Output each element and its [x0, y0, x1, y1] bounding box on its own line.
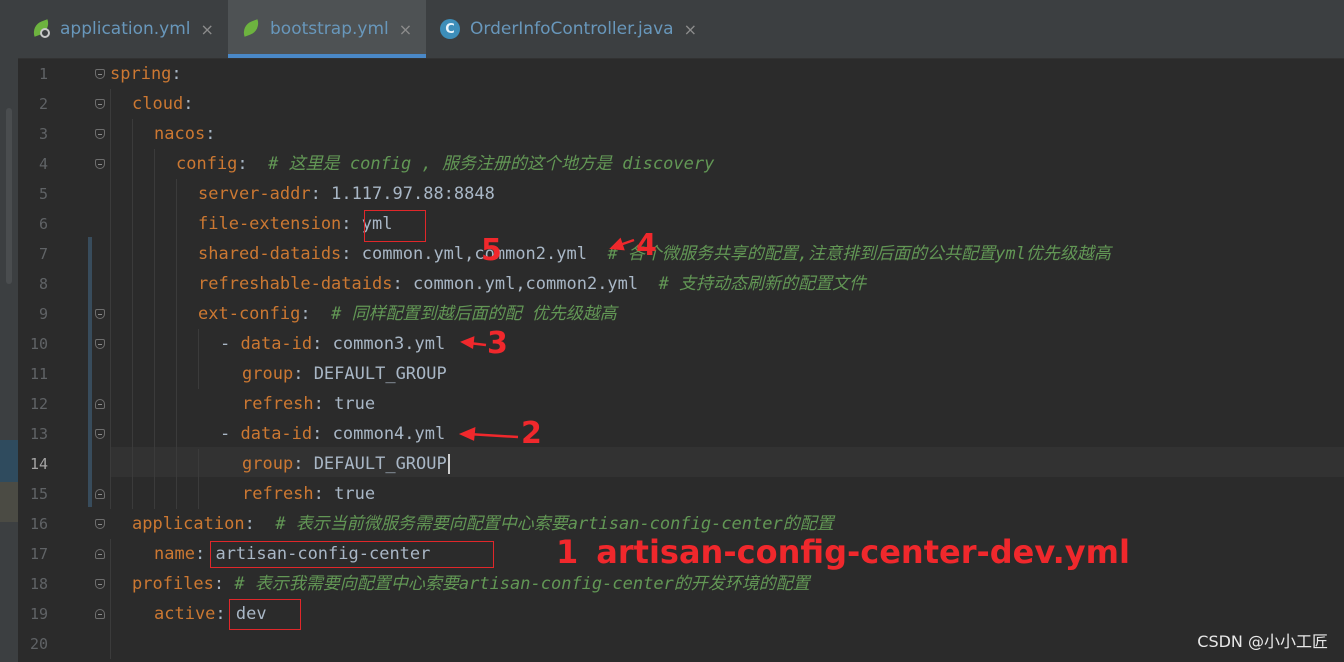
arrow-4-head: [609, 237, 625, 251]
arrow-2-head: [458, 427, 476, 441]
arrow-2: [467, 432, 519, 439]
arrow-3-head: [460, 336, 475, 350]
annotation-arrows: [458, 237, 635, 441]
watermark-text: CSDN @小小工匠: [1197, 632, 1328, 651]
